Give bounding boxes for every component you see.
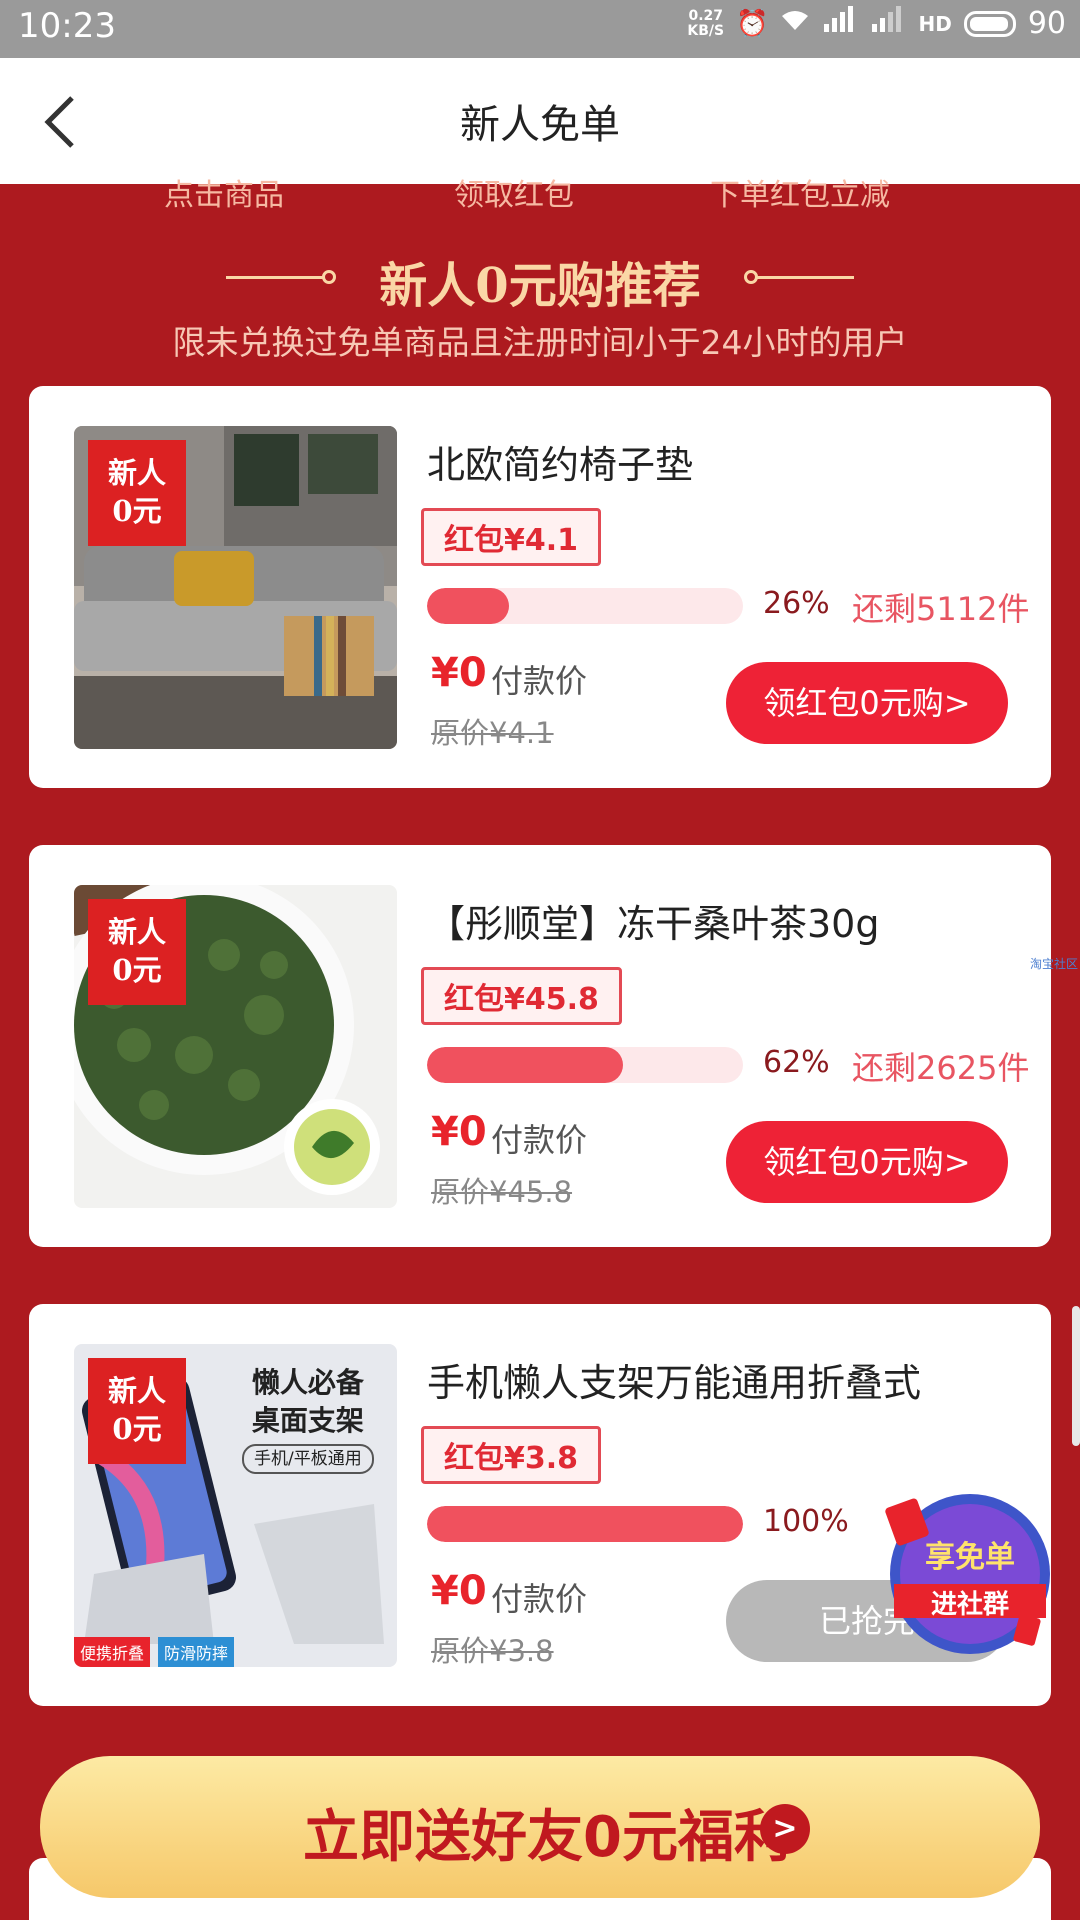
badge-line1: 新人 [107, 915, 166, 949]
stand-headline: 懒人必备 桌面支架 手机/平板通用 [242, 1364, 374, 1474]
new-user-badge: 新人 0元 [88, 1358, 186, 1464]
status-bar: 10:23 0.27 KB/S ⏰ HD 90 [0, 0, 1080, 58]
new-user-badge: 新人 0元 [88, 899, 186, 1005]
progress-percent: 26% [763, 586, 830, 621]
pay-price: ¥0 [431, 650, 487, 696]
stand-tag-1: 便携折叠 [74, 1637, 151, 1667]
section-header: 新人0元购推荐 [0, 246, 1080, 314]
red-packet-tag: 红包¥45.8 [421, 967, 622, 1025]
banner-text: 立即送好友0元福利 [40, 1792, 870, 1873]
pay-price: ¥0 [431, 1568, 487, 1614]
product-image: 懒人必备 桌面支架 手机/平板通用 便携折叠 防滑防摔 新人 0元 [74, 1344, 397, 1667]
original-price: 原价¥4.1 [431, 716, 554, 750]
network-speed: 0.27 KB/S [687, 7, 725, 39]
progress-bar [427, 588, 743, 624]
signal-3g-icon [870, 6, 906, 41]
claim-button[interactable]: 领红包0元购> [726, 662, 1008, 744]
original-price: 原价¥3.8 [431, 1634, 554, 1668]
status-icons: 0.27 KB/S ⏰ HD 90 [687, 6, 1066, 41]
badge-line2: 0元 [112, 1412, 162, 1446]
badge-line2: 0元 [112, 953, 162, 987]
alarm-icon: ⏰ [736, 8, 769, 39]
divider-line [756, 276, 854, 279]
speed-value: 0.27 [688, 7, 723, 24]
product-name: 手机懒人支架万能通用折叠式 [427, 1361, 922, 1405]
banner-label: 立即送好友0元福利 [303, 1805, 790, 1870]
product-name: 北欧简约椅子垫 [427, 443, 694, 487]
step-label: 点击商品 [164, 178, 284, 212]
stand-pill: 手机/平板通用 [242, 1444, 374, 1474]
chevron-right-icon: > [760, 1804, 810, 1854]
battery-level: 90 [1027, 6, 1066, 41]
product-image: 新人 0元 [74, 885, 397, 1208]
pay-price: ¥0 [431, 1109, 487, 1155]
product-name: 【送绒布套】注水热敷暖水袋 [427, 1910, 895, 1920]
progress-fill [427, 588, 510, 624]
signal-4g-icon [822, 6, 858, 41]
claim-button[interactable]: 领红包0元购> [726, 1121, 1008, 1203]
badge-line1: 新人 [107, 456, 166, 490]
product-card[interactable]: 新人 0元 北欧简约椅子垫 红包¥4.1 26% 还剩5112件 ¥0 付款价 … [29, 386, 1051, 788]
product-card[interactable]: 新人 0元 【彤顺堂】冻干桑叶茶30g 红包¥45.8 62% 还剩2625件 … [29, 845, 1051, 1247]
share-friend-banner[interactable]: 立即送好友0元福利 > [40, 1756, 1040, 1898]
progress-percent: 62% [763, 1045, 830, 1080]
section-title: 新人0元购推荐 [379, 258, 701, 314]
red-packet-tag: 红包¥3.8 [421, 1426, 602, 1484]
stand-title-1: 懒人必备 [251, 1366, 364, 1399]
product-image: 新人 0元 [74, 426, 397, 749]
original-price: 原价¥45.8 [431, 1175, 573, 1209]
nav-bar: 新人免单 [0, 58, 1080, 184]
progress-fill [427, 1506, 743, 1542]
hd-icon: HD [918, 11, 952, 36]
pay-price-label: 付款价 [491, 662, 588, 700]
pay-price-label: 付款价 [491, 1121, 588, 1159]
progress-bar [427, 1047, 743, 1083]
side-watermark: 淘宝社区 [1030, 957, 1079, 971]
badge-text-2: 进社群 [930, 1590, 1009, 1620]
new-user-badge: 新人 0元 [88, 440, 186, 546]
stock-remaining: 还剩2625件 [852, 1049, 1030, 1087]
steps-row: 点击商品 领取红包 下单红包立减 [0, 178, 1080, 212]
wifi-icon [780, 8, 810, 39]
progress-percent: 100% [763, 1504, 849, 1539]
join-group-floating-button[interactable]: 享免单 进社群 [884, 1488, 1056, 1660]
page-title: 新人免单 [460, 102, 620, 148]
scrollbar[interactable] [1072, 1306, 1080, 1446]
stand-tag-2: 防滑防摔 [158, 1637, 235, 1667]
battery-icon [963, 10, 1016, 37]
progress-bar [427, 1506, 743, 1542]
step-label: 下单红包立减 [710, 178, 890, 212]
status-time: 10:23 [18, 6, 116, 46]
section-subtitle: 限未兑换过免单商品且注册时间小于24小时的用户 [172, 323, 908, 362]
step-label: 领取红包 [454, 178, 574, 212]
speed-unit: KB/S [687, 22, 725, 39]
pay-price-label: 付款价 [491, 1580, 588, 1618]
badge-text-1: 享免单 [925, 1540, 1015, 1575]
stock-remaining: 还剩5112件 [852, 590, 1030, 628]
progress-fill [427, 1047, 623, 1083]
badge-line1: 新人 [107, 1374, 166, 1408]
badge-line2: 0元 [112, 494, 162, 528]
stand-title-2: 桌面支架 [251, 1404, 364, 1437]
product-name: 【彤顺堂】冻干桑叶茶30g [427, 902, 880, 946]
red-packet-tag: 红包¥4.1 [421, 508, 602, 566]
